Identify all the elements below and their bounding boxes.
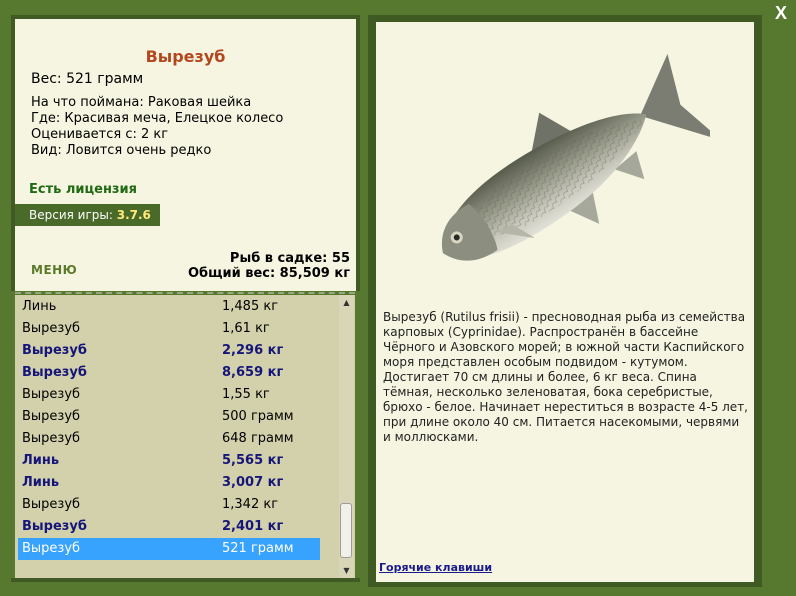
catch-weight: 500 грамм xyxy=(222,409,294,424)
cage-fish-count: Рыб в садке: 55 xyxy=(229,251,350,266)
list-item[interactable]: Вырезуб 1,61 кг xyxy=(18,318,320,340)
catch-name: Вырезуб xyxy=(22,541,81,556)
catch-weight: 3,007 кг xyxy=(222,475,284,490)
catch-name: Линь xyxy=(22,475,60,490)
list-item[interactable]: Вырезуб 500 грамм xyxy=(18,406,320,428)
catch-weight: 5,565 кг xyxy=(222,453,284,468)
list-item[interactable]: Вырезуб 1,55 кг xyxy=(18,384,320,406)
close-icon[interactable]: X xyxy=(770,2,792,24)
list-item[interactable]: Линь 3,007 кг xyxy=(18,472,320,494)
fish-kind: Вид: Ловится очень редко xyxy=(31,143,212,158)
list-item[interactable]: Вырезуб 8,659 кг xyxy=(18,362,320,384)
catch-name: Вырезуб xyxy=(22,519,87,534)
fish-name-title: Вырезуб xyxy=(145,47,226,66)
fish-description: Вырезуб (Rutilus frisii) - пресноводная … xyxy=(383,310,748,444)
fish-bait: На что поймана: Раковая шейка xyxy=(31,95,252,110)
hotkeys-link[interactable]: Горячие клавиши xyxy=(379,561,492,574)
catch-name: Вырезуб xyxy=(22,365,87,380)
catch-name: Вырезуб xyxy=(22,409,81,424)
catch-weight: 8,659 кг xyxy=(222,365,284,380)
catch-name: Линь xyxy=(22,453,60,468)
version-value: 3.7.6 xyxy=(116,208,151,222)
catch-weight: 521 грамм xyxy=(222,541,294,556)
fish-info-panel: Вырезуб Вес: 521 грамм На что поймана: Р… xyxy=(11,15,360,291)
scroll-thumb[interactable] xyxy=(340,503,352,558)
game-version-bar: Версия игры: 3.7.6 xyxy=(15,204,160,226)
fish-detail-panel: Вырезуб (Rutilus frisii) - пресноводная … xyxy=(376,22,754,582)
catch-weight: 2,296 кг xyxy=(222,343,284,358)
menu-button[interactable]: МЕНЮ xyxy=(31,263,77,277)
catch-name: Вырезуб xyxy=(22,431,81,446)
cage-stats: Рыб в садке: 55 Общий вес: 85,509 кг xyxy=(188,251,350,281)
catch-list-scrollbar[interactable]: ▲ ▼ xyxy=(339,295,354,578)
list-item[interactable]: Линь 5,565 кг xyxy=(18,450,320,472)
license-status: Есть лицензия xyxy=(29,182,137,197)
catch-weight: 1,342 кг xyxy=(222,497,279,512)
fish-weight: Вес: 521 грамм xyxy=(31,71,144,87)
catch-name: Вырезуб xyxy=(22,343,87,358)
list-item[interactable]: Вырезуб 1,342 кг xyxy=(18,494,320,516)
fish-location: Где: Красивая меча, Елецкое колесо xyxy=(31,111,284,126)
catch-name: Линь xyxy=(22,299,57,314)
catch-weight: 2,401 кг xyxy=(222,519,284,534)
cage-total-weight: Общий вес: 85,509 кг xyxy=(187,266,350,281)
list-item-selected[interactable]: Вырезуб 521 грамм xyxy=(18,538,320,560)
fish-image xyxy=(441,53,710,261)
fish-valued-from: Оценивается с: 2 кг xyxy=(31,127,169,142)
catch-weight: 1,485 кг xyxy=(222,299,279,314)
fish-info-content: Вырезуб Вес: 521 грамм На что поймана: Р… xyxy=(15,19,356,291)
version-label: Версия игры: xyxy=(29,208,113,222)
catch-weight: 648 грамм xyxy=(222,431,294,446)
catch-name: Вырезуб xyxy=(22,321,81,336)
scroll-down-arrow-icon[interactable]: ▼ xyxy=(339,563,354,578)
scroll-up-arrow-icon[interactable]: ▲ xyxy=(339,295,354,310)
panel-edge xyxy=(11,578,360,582)
catch-list[interactable]: Линь 1,485 кг Вырезуб 1,61 кг Вырезуб 2,296 к… xyxy=(15,295,355,578)
catch-name: Вырезуб xyxy=(22,497,81,512)
catch-weight: 1,61 кг xyxy=(222,321,270,336)
list-item[interactable]: Линь 1,485 кг xyxy=(18,296,320,318)
list-item[interactable]: Вырезуб 2,401 кг xyxy=(18,516,320,538)
list-item[interactable]: Вырезуб 2,296 кг xyxy=(18,340,320,362)
divider xyxy=(15,292,355,294)
catch-name: Вырезуб xyxy=(22,387,81,402)
list-item[interactable]: Вырезуб 648 грамм xyxy=(18,428,320,450)
catch-weight: 1,55 кг xyxy=(222,387,270,402)
